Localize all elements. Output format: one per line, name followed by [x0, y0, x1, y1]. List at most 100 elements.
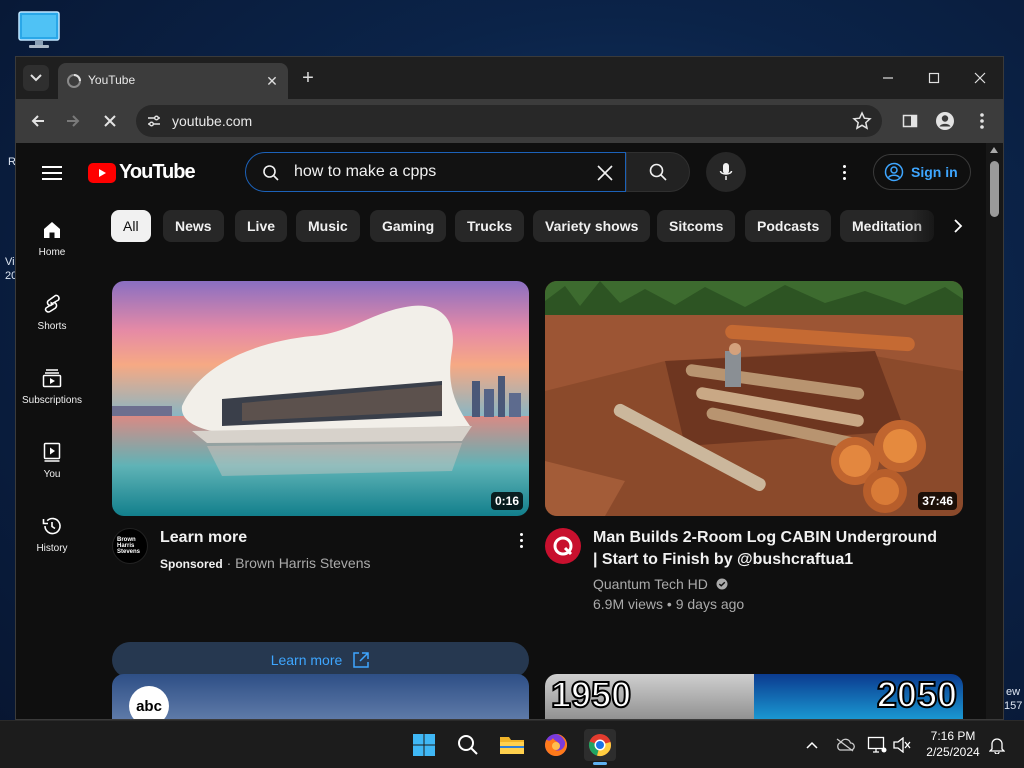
guide-item-history[interactable]: History	[16, 499, 88, 573]
side-panel-button[interactable]	[896, 107, 924, 135]
youtube-play-icon	[88, 162, 116, 183]
sign-in-button[interactable]: Sign in	[873, 154, 971, 190]
site-info-icon[interactable]	[146, 113, 162, 129]
stop-loading-button[interactable]	[96, 107, 124, 135]
maximize-button[interactable]	[914, 65, 954, 91]
video-thumbnail[interactable]: 0:16	[112, 281, 529, 516]
chip-trucks[interactable]: Trucks	[455, 210, 525, 242]
chip-variety-shows[interactable]: Variety shows	[533, 210, 651, 242]
you-icon	[43, 442, 61, 462]
sponsored-badge: Sponsored	[160, 557, 223, 571]
guide-item-subscriptions[interactable]: Subscriptions	[16, 351, 88, 425]
chip-all[interactable]: All	[111, 210, 151, 242]
new-tab-button[interactable]: +	[296, 67, 320, 91]
desktop-edge-text: 157	[1004, 700, 1023, 712]
video-title[interactable]: Learn more	[160, 527, 480, 549]
channel-name[interactable]: Brown Harris Stevens	[235, 555, 370, 571]
channel-avatar[interactable]: Brown Harris Stevens	[112, 528, 148, 564]
firefox-button[interactable]	[540, 729, 572, 761]
onedrive-button[interactable]	[832, 729, 858, 761]
active-app-indicator	[593, 762, 607, 765]
browser-window: YouTube ✕ + youtube.com YouTube how to m…	[15, 56, 1004, 720]
clock[interactable]: 7:16 PM 2/25/2024	[918, 728, 988, 760]
chip-next-button[interactable]	[948, 216, 968, 236]
file-explorer-button[interactable]	[496, 729, 528, 761]
avatar-text: Brown Harris Stevens	[117, 537, 141, 555]
chip-gaming[interactable]: Gaming	[370, 210, 447, 242]
thumbnail-image-log-cabin	[545, 281, 963, 516]
clear-search-button[interactable]	[591, 159, 619, 187]
volume-button[interactable]	[890, 729, 914, 761]
firefox-icon	[545, 733, 568, 756]
chip-live[interactable]: Live	[235, 210, 288, 242]
channel-row: Quantum Tech HD	[593, 574, 728, 594]
address-url: youtube.com	[172, 113, 253, 129]
arrow-right-icon	[67, 115, 80, 127]
start-button[interactable]	[408, 729, 440, 761]
tab-search-button[interactable]	[23, 65, 49, 91]
notifications-button[interactable]	[984, 729, 1010, 761]
abc-logo-text: abc	[136, 697, 162, 715]
side-panel-icon	[902, 114, 918, 128]
guide-item-home[interactable]: Home	[16, 203, 88, 277]
video-menu-button[interactable]	[513, 528, 529, 552]
close-tab-button[interactable]: ✕	[262, 71, 282, 91]
bookmark-star-icon[interactable]	[852, 111, 872, 131]
video-duration: 0:16	[490, 492, 523, 510]
network-icon	[867, 736, 887, 753]
account-icon	[884, 162, 904, 182]
chevron-up-icon	[806, 741, 818, 749]
profile-button[interactable]	[931, 107, 959, 135]
browser-menu-button[interactable]	[968, 107, 996, 135]
scroll-up-arrow[interactable]	[990, 147, 998, 153]
show-hidden-icons-button[interactable]	[800, 729, 824, 761]
guide-item-you[interactable]: You	[16, 425, 88, 499]
desktop-edge-text: Vi	[5, 256, 15, 268]
search-input[interactable]: how to make a cpps	[245, 152, 626, 192]
maximize-icon	[928, 72, 940, 84]
learn-more-button[interactable]: Learn more	[112, 642, 529, 678]
scrollbar-thumb[interactable]	[990, 161, 999, 217]
voice-search-button[interactable]	[706, 152, 746, 192]
address-bar[interactable]: youtube.com	[136, 105, 882, 137]
video-thumbnail[interactable]: 37:46	[545, 281, 963, 516]
page-scrollbar[interactable]	[986, 143, 1003, 719]
sign-in-label: Sign in	[911, 164, 958, 180]
year-left-text: 1950	[550, 674, 632, 716]
this-pc-icon[interactable]	[16, 10, 62, 50]
chip-news[interactable]: News	[163, 210, 224, 242]
guide-label: History	[36, 543, 68, 554]
clock-date: 2/25/2024	[926, 745, 980, 759]
chip-podcasts[interactable]: Podcasts	[745, 210, 832, 242]
history-icon	[42, 517, 61, 535]
guide-menu-button[interactable]	[42, 166, 62, 180]
view-count: 6.9M views	[593, 596, 664, 612]
channel-name[interactable]: Quantum Tech HD	[593, 576, 708, 592]
minimize-button[interactable]	[868, 65, 908, 91]
back-button[interactable]	[24, 107, 52, 135]
video-thumbnail[interactable]: abc	[112, 674, 529, 719]
settings-menu-button[interactable]	[834, 162, 854, 182]
subscriptions-icon	[42, 369, 62, 388]
chip-music[interactable]: Music	[296, 210, 360, 242]
taskbar: 7:16 PM 2/25/2024	[0, 720, 1024, 768]
bell-icon	[989, 738, 1005, 754]
search-button[interactable]	[626, 152, 690, 192]
forward-button[interactable]	[59, 107, 87, 135]
video-thumbnail[interactable]: 1950 2050	[545, 674, 963, 719]
video-title[interactable]: Man Builds 2-Room Log CABIN Underground …	[593, 527, 943, 571]
youtube-logo[interactable]: YouTube	[88, 161, 196, 184]
tab-youtube[interactable]: YouTube ✕	[58, 63, 288, 99]
close-window-button[interactable]	[960, 65, 1000, 91]
taskbar-search-button[interactable]	[452, 729, 484, 761]
chip-sitcoms[interactable]: Sitcoms	[657, 210, 736, 242]
channel-avatar[interactable]	[545, 528, 581, 564]
guide-item-shorts[interactable]: Shorts	[16, 277, 88, 351]
folder-icon	[500, 737, 524, 754]
chrome-button[interactable]	[584, 729, 616, 765]
microphone-icon	[719, 163, 733, 180]
guide-label: Shorts	[37, 321, 67, 332]
browser-toolbar: youtube.com	[16, 99, 1003, 143]
verified-check-icon	[716, 578, 728, 590]
network-status-button[interactable]	[864, 729, 890, 761]
